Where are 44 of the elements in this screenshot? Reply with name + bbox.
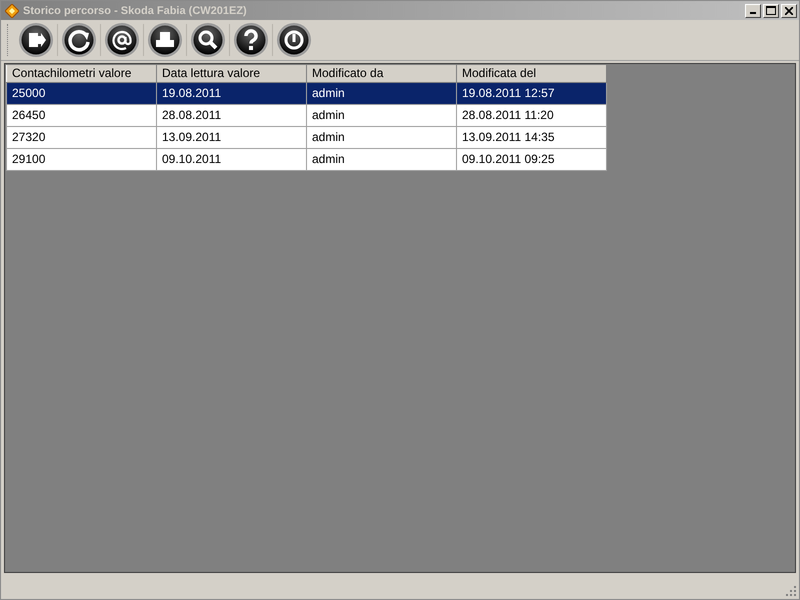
exit-door-icon: [18, 22, 54, 58]
resize-grip-icon: [786, 586, 797, 597]
table-cell: admin: [306, 82, 456, 104]
column-header[interactable]: Modificata del: [456, 65, 606, 82]
table-cell: 28.08.2011 11:20: [456, 104, 606, 126]
toolbar-button[interactable]: [231, 21, 271, 59]
table-row[interactable]: 27320 13.09.2011 admin 13.09.2011 14:35: [6, 126, 606, 148]
table-cell: 27320: [6, 126, 156, 148]
table-cell: 19.08.2011 12:57: [456, 82, 606, 104]
toolbar-button[interactable]: [188, 21, 228, 59]
toolbar-button[interactable]: [16, 21, 56, 59]
toolbar-button[interactable]: [145, 21, 185, 59]
table-cell: 13.09.2011: [156, 126, 306, 148]
question-mark-icon: [233, 22, 269, 58]
power-icon: [276, 22, 312, 58]
table-cell: admin: [306, 104, 456, 126]
toolbar-button[interactable]: [59, 21, 99, 59]
column-header[interactable]: Data lettura valore: [156, 65, 306, 82]
table-cell: 25000: [6, 82, 156, 104]
at-sign-icon: [104, 22, 140, 58]
toolbar-button[interactable]: [274, 21, 314, 59]
diamond-icon: [5, 4, 19, 18]
table-cell: 26450: [6, 104, 156, 126]
table-cell: 28.08.2011: [156, 104, 306, 126]
search-icon: [190, 22, 226, 58]
minimize-icon: [750, 12, 756, 14]
column-header[interactable]: Modificato da: [306, 65, 456, 82]
table-row[interactable]: 25000 19.08.2011 admin 19.08.2011 12:57: [6, 82, 606, 104]
table-cell: admin: [306, 148, 456, 170]
column-header[interactable]: Contachilometri valore: [6, 65, 156, 82]
table-cell: 09.10.2011: [156, 148, 306, 170]
close-icon: [785, 6, 793, 14]
table-cell: 13.09.2011 14:35: [456, 126, 606, 148]
table-cell: 29100: [6, 148, 156, 170]
table-cell: 19.08.2011: [156, 82, 306, 104]
refresh-icon: [61, 22, 97, 58]
table-row[interactable]: 29100 09.10.2011 admin 09.10.2011 09:25: [6, 148, 606, 170]
printer-icon: [147, 22, 183, 58]
table-cell: 09.10.2011 09:25: [456, 148, 606, 170]
toolbar-button[interactable]: [102, 21, 142, 59]
table-cell: admin: [306, 126, 456, 148]
window-title: Storico percorso - Skoda Fabia (CW201EZ): [23, 4, 248, 16]
table-row[interactable]: 26450 28.08.2011 admin 28.08.2011 11:20: [6, 104, 606, 126]
maximize-icon: [766, 6, 776, 15]
